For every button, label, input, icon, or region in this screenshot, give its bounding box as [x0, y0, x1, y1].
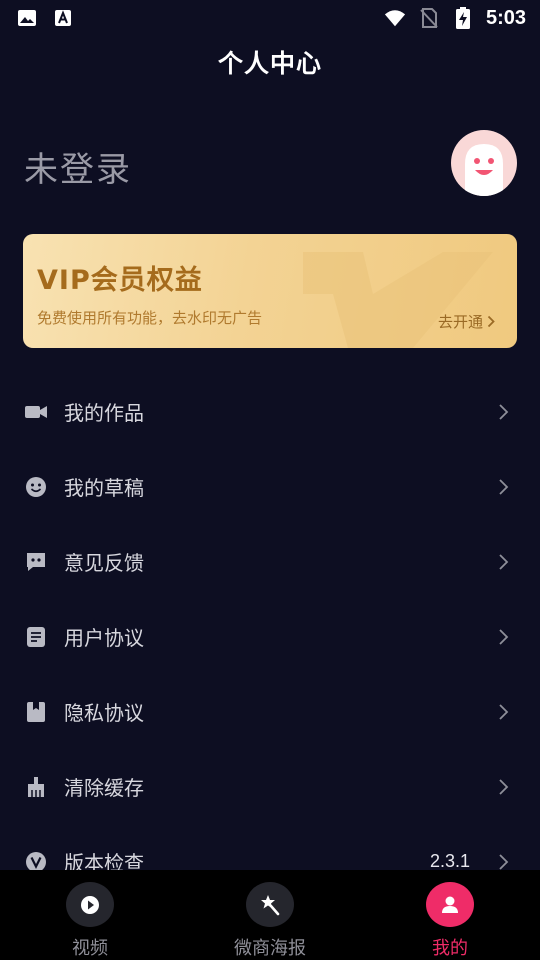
menu-item-label: 我的草稿: [64, 476, 144, 500]
chevron-right-icon: [499, 703, 509, 720]
menu-item-clear-cache[interactable]: 清除缓存: [0, 749, 540, 824]
chevron-right-icon: [499, 553, 509, 570]
broom-icon: [24, 775, 48, 799]
video-camera-icon: [24, 400, 48, 424]
person-icon: [442, 896, 458, 913]
chevron-right-icon: [499, 853, 509, 870]
status-time: 5:03: [485, 6, 526, 29]
wifi-icon: [384, 7, 406, 29]
font-download-icon: [52, 7, 74, 29]
bottom-nav: 视频 微商海报 我的: [0, 870, 540, 960]
page-title: 个人中心: [217, 49, 322, 78]
battery-charging-icon: [452, 7, 474, 29]
login-status-text[interactable]: 未登录: [24, 142, 132, 191]
status-right: 5:03: [384, 7, 526, 30]
document-icon: [24, 625, 48, 649]
play-icon: [81, 895, 99, 914]
chevron-right-icon: [499, 403, 509, 420]
menu-item-label: 隐私协议: [64, 701, 144, 725]
nav-icon-circle: [426, 882, 474, 927]
settings-menu: 我的作品 我的草稿 意见反馈 用户协议 隐私协议 清除缓存 版本检查 2.3.1: [0, 374, 540, 899]
bookmark-icon: [24, 700, 48, 724]
no-sim-icon: [418, 7, 440, 29]
chevron-right-icon: [487, 315, 495, 328]
version-number: 2.3.1: [429, 851, 470, 871]
menu-item-label: 意见反馈: [64, 551, 144, 575]
smiley-icon: [24, 475, 48, 499]
menu-item-feedback[interactable]: 意见反馈: [0, 524, 540, 599]
gallery-icon: [16, 7, 38, 29]
chat-bubble-icon: [24, 550, 48, 574]
status-left: [16, 7, 74, 29]
status-bar: 5:03: [0, 0, 540, 36]
menu-item-label: 我的作品: [64, 401, 144, 425]
menu-item-label: 清除缓存: [64, 776, 144, 800]
vip-subtitle: 免费使用所有功能，去水印无广告: [37, 309, 263, 327]
menu-item-user-agreement[interactable]: 用户协议: [0, 599, 540, 674]
vip-open-label: 去开通: [437, 313, 483, 331]
menu-item-label: 用户协议: [64, 626, 144, 650]
nav-icon-circle: [246, 882, 294, 927]
nav-icon-circle: [66, 882, 114, 927]
nav-tab-video[interactable]: 视频: [0, 870, 180, 960]
chevron-right-icon: [499, 478, 509, 495]
default-face-avatar-icon: [465, 144, 503, 196]
menu-item-privacy-agreement[interactable]: 隐私协议: [0, 674, 540, 749]
nav-tab-mine[interactable]: 我的: [360, 870, 540, 960]
avatar[interactable]: [451, 130, 517, 196]
menu-item-my-drafts[interactable]: 我的草稿: [0, 449, 540, 524]
chevron-right-icon: [499, 778, 509, 795]
nav-label: 视频: [72, 938, 108, 959]
nav-label: 我的: [432, 938, 468, 959]
vip-open-button[interactable]: 去开通: [438, 311, 495, 332]
menu-item-my-works[interactable]: 我的作品: [0, 374, 540, 449]
chevron-right-icon: [499, 628, 509, 645]
vip-title: VIP会员权益: [37, 265, 203, 296]
nav-tab-poster[interactable]: 微商海报: [180, 870, 360, 960]
magic-wand-icon: [261, 894, 280, 915]
vip-card[interactable]: VIP会员权益 免费使用所有功能，去水印无广告 去开通: [23, 234, 517, 348]
nav-label: 微商海报: [234, 938, 306, 959]
